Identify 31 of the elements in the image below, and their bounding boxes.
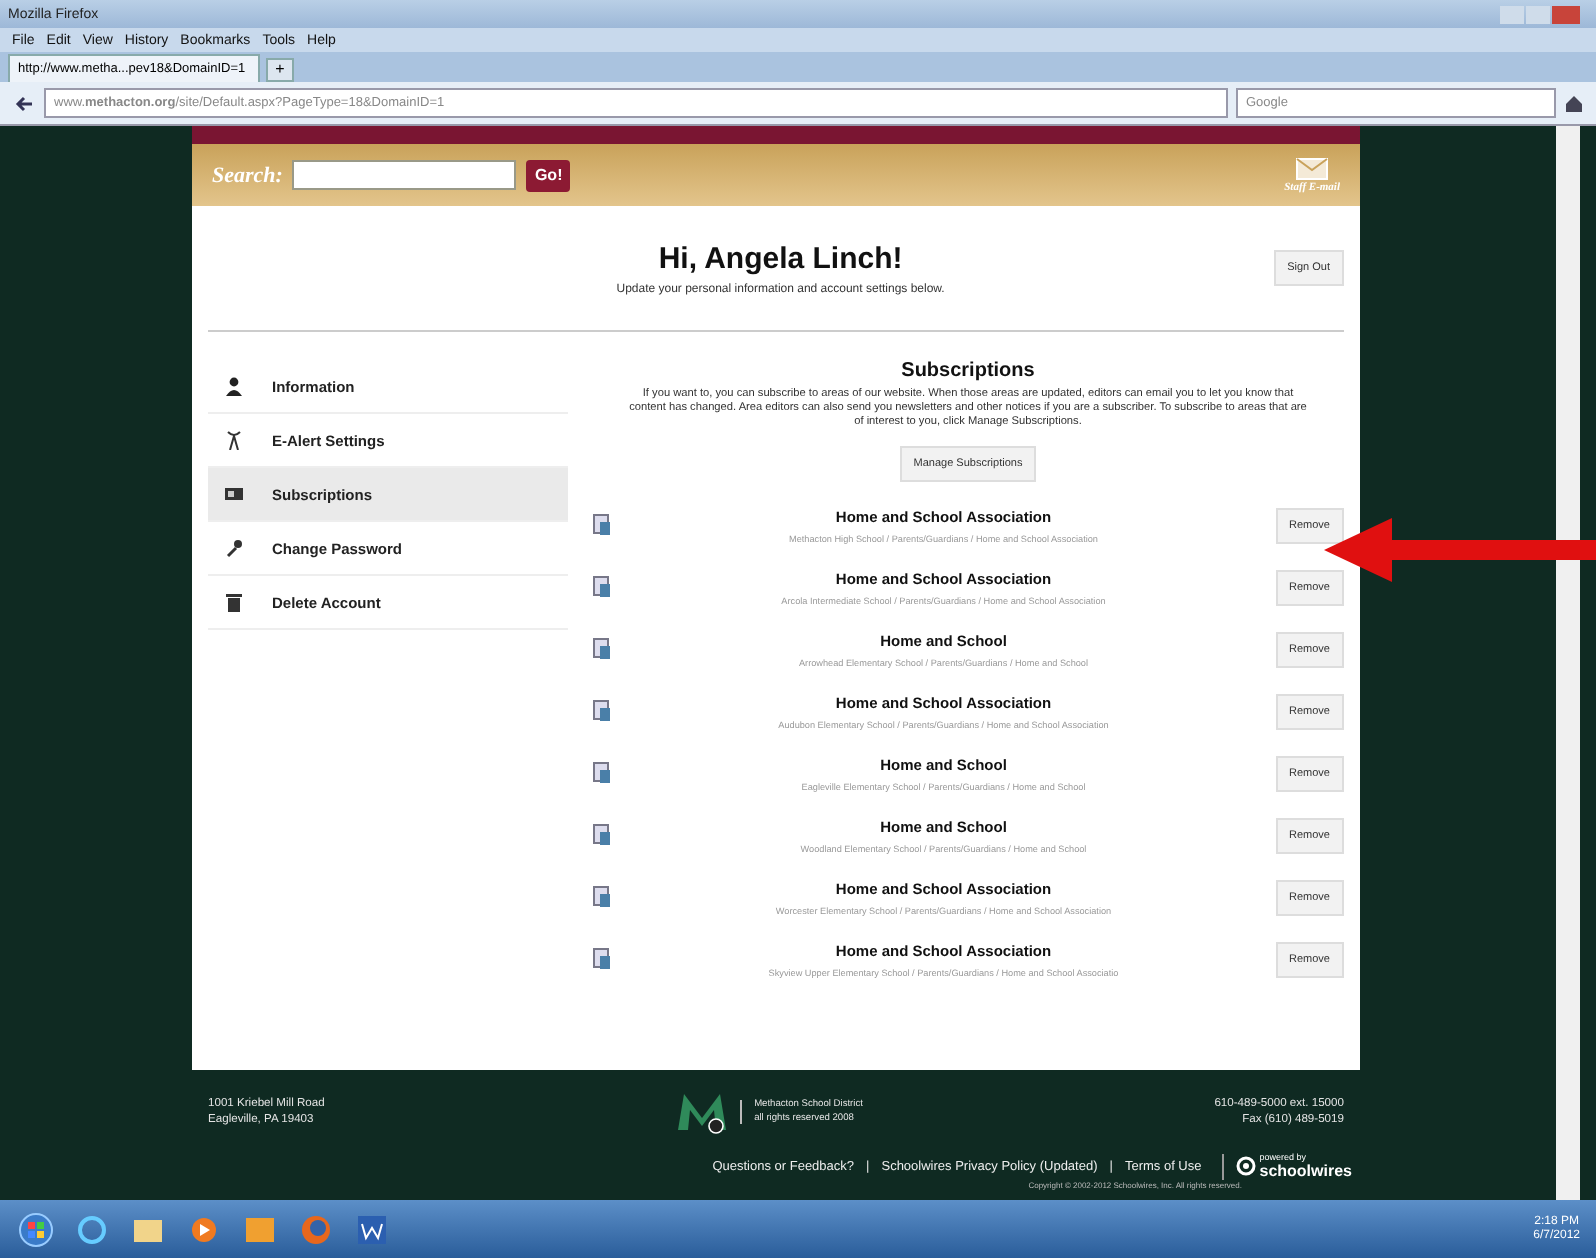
document-icon [592, 824, 612, 846]
go-button[interactable]: Go! [526, 159, 571, 191]
document-icon [592, 576, 612, 598]
district-logo-icon [676, 1090, 729, 1134]
word-processor-icon[interactable] [352, 1211, 392, 1247]
brand-name: schoolwires [1259, 1163, 1352, 1179]
fox-browser-icon[interactable] [296, 1211, 336, 1247]
wrench-icon [224, 538, 244, 558]
new-tab-button[interactable]: + [265, 58, 295, 82]
home-icon[interactable] [1564, 93, 1584, 113]
scrollbar[interactable] [1556, 126, 1580, 1200]
site-search-field[interactable] [292, 160, 517, 190]
greeting-title: Hi, Angela Linch! [658, 241, 903, 275]
document-icon [592, 638, 612, 660]
document-icon [592, 514, 612, 536]
trash-icon [224, 592, 244, 612]
document-icon [592, 948, 612, 970]
document-icon [592, 700, 612, 722]
person-icon [224, 376, 244, 396]
document-icon [592, 762, 612, 784]
search-label: Search: [212, 163, 283, 187]
start-icon[interactable] [16, 1211, 56, 1247]
brand-logo-icon [1235, 1156, 1256, 1177]
back-icon[interactable] [12, 91, 36, 115]
envelope-icon[interactable] [1296, 157, 1329, 179]
document-icon [592, 886, 612, 908]
section-title: Subscriptions [901, 360, 1035, 382]
antenna-icon [224, 430, 244, 450]
window-controls-icon[interactable] [1500, 5, 1580, 23]
browser-e-icon[interactable] [72, 1211, 112, 1247]
card-icon [224, 484, 244, 504]
